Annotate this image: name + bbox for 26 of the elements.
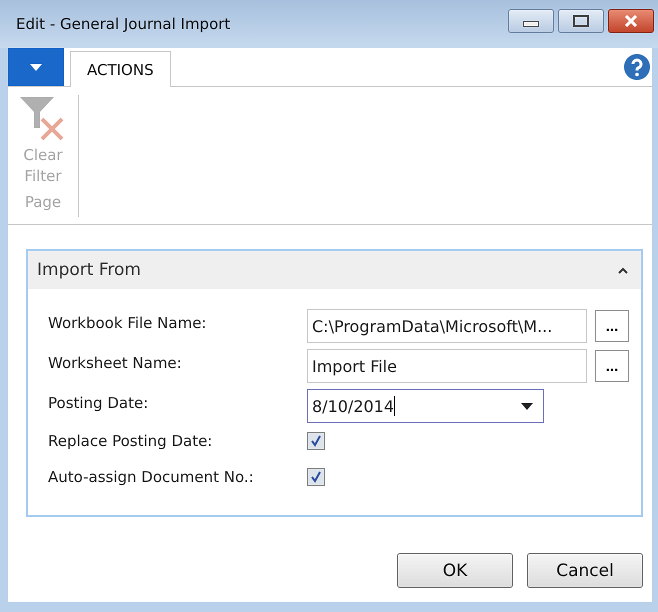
date-field[interactable]: 8/10/2014: [307, 389, 544, 423]
group-label: Page: [24, 193, 62, 211]
maximize-button[interactable]: [558, 9, 604, 33]
field-label: Replace Posting Date:: [48, 432, 214, 450]
dialog-button[interactable]: OK: [397, 553, 513, 588]
checkbox[interactable]: [307, 432, 325, 450]
ribbon-tab[interactable]: ACTIONS: [70, 51, 171, 87]
window-title: Edit - General Journal Import: [16, 15, 230, 33]
close-button[interactable]: [608, 9, 654, 33]
field-label: Auto-assign Document No.:: [48, 468, 255, 486]
field-label: Workbook File Name:: [48, 314, 208, 332]
text-field[interactable]: Import File: [307, 349, 587, 383]
caret-icon[interactable]: [521, 402, 533, 410]
dialog-button[interactable]: Cancel: [527, 553, 643, 588]
close-icon: [624, 15, 638, 27]
checkbox[interactable]: [307, 468, 325, 486]
lookup-button[interactable]: ...: [595, 310, 629, 342]
text-field[interactable]: C:\ProgramData\Microsoft\M...: [307, 309, 587, 343]
collapse-icon[interactable]: [617, 266, 629, 274]
help-icon[interactable]: [624, 54, 650, 80]
caret-icon: [30, 64, 42, 70]
minimize-button[interactable]: [508, 9, 554, 33]
field-label: Posting Date:: [48, 394, 150, 412]
field-label: Worksheet Name:: [48, 354, 183, 372]
lookup-button[interactable]: ...: [595, 350, 629, 382]
section-header[interactable]: Import From: [28, 251, 641, 289]
